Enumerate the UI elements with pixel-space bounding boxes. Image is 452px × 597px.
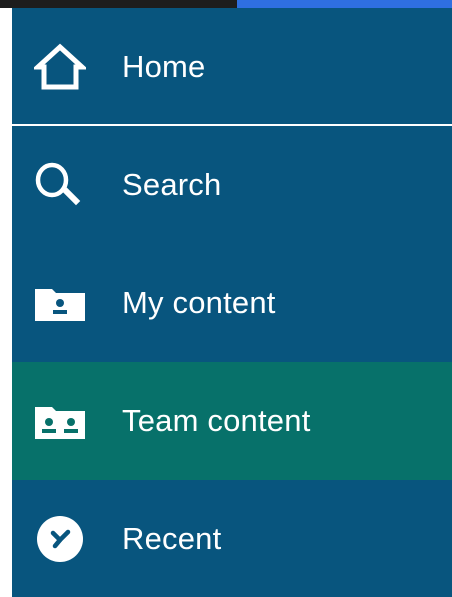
nav-item-my-content[interactable]: My content [12,244,452,362]
home-icon [30,37,90,97]
nav-item-label: Recent [122,521,222,556]
clock-icon [30,509,90,569]
search-icon [30,155,90,215]
nav-item-label: Home [122,49,206,84]
top-bar-dark-segment [0,0,237,8]
nav-item-recent[interactable]: Recent [12,480,452,597]
folder-user-icon [30,273,90,333]
nav-item-home[interactable]: Home [12,8,452,126]
app-frame: Home Search My content Team content Rece… [0,0,452,597]
top-bar-blue-segment [237,0,452,8]
top-progress-bar [0,0,452,8]
folder-team-icon [30,391,90,451]
nav-item-search[interactable]: Search [12,126,452,244]
nav-item-label: Search [122,167,222,202]
nav-item-label: Team content [122,403,311,438]
nav-item-label: My content [122,285,276,320]
side-navigation: Home Search My content Team content Rece… [12,8,452,597]
nav-item-team-content[interactable]: Team content [12,362,452,480]
